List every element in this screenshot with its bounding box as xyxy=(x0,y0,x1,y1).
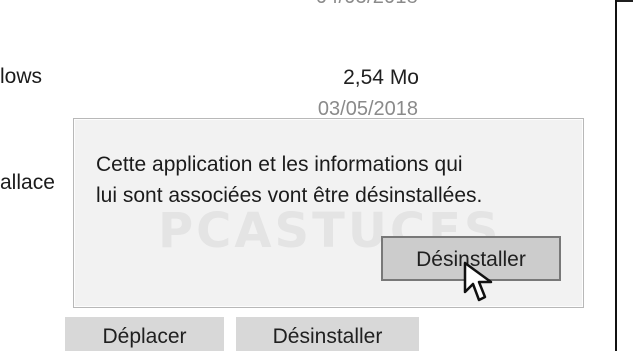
uninstall-confirmation-popup: PCASTUCES Cette application et les infor… xyxy=(73,118,584,308)
previous-app-date-partial: 04/05/2018 xyxy=(316,0,418,9)
uninstall-warning-message: Cette application et les informations qu… xyxy=(96,153,483,207)
confirm-uninstall-button[interactable]: Désinstaller xyxy=(381,236,561,281)
app-name-partial: lows xyxy=(0,65,43,88)
selected-app-name-partial: allace xyxy=(0,171,55,194)
uninstall-confirmation-screen: 04/05/2018 lows 2,54 Mo 03/05/2018 allac… xyxy=(0,0,633,351)
uninstall-app-button[interactable]: Désinstaller xyxy=(236,317,419,351)
move-app-button[interactable]: Déplacer xyxy=(65,317,224,351)
app-size: 2,54 Mo xyxy=(343,66,419,89)
